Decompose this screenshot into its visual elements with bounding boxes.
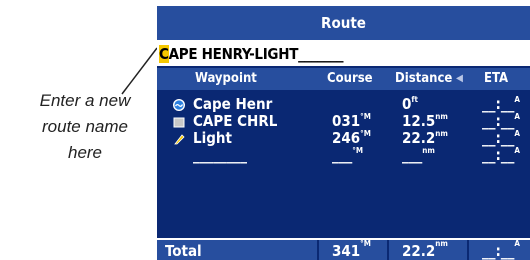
eta-cell: __:__A [482,146,520,164]
route-name-text: APE HENRY-LIGHT_______ [168,45,344,63]
course-cell: 031°M [332,112,371,130]
eta-row-0: __:__A [157,96,530,113]
eta-cell: __:__A [482,112,520,130]
total-course: 341°M [332,239,371,260]
page-title: Route [321,14,366,32]
text-cursor: C [159,45,169,63]
callout-line-2: route name [42,117,128,136]
route-name-field[interactable]: CAPE HENRY-LIGHT_______ [157,42,530,66]
column-divider [317,240,319,260]
callout-text: Enter a new route name here [20,88,150,166]
course-cell: 246°M [332,129,371,147]
total-row: Total 341°M 22.2nm __:__A [157,238,530,260]
table-row[interactable]: Light 246°M 22.2nm __:__A [157,130,530,147]
total-eta: __:__A [482,239,520,260]
total-label: Total [165,242,202,260]
header-course[interactable]: Course [327,68,373,90]
header-eta[interactable]: ETA [484,68,508,90]
distance-cell: 12.5nm [402,112,448,130]
header-waypoint[interactable]: Waypoint [195,68,257,90]
course-cell: ___°M [332,146,364,164]
column-divider [467,240,469,260]
marker-flag-icon [174,134,185,145]
square-waypoint-icon [173,117,185,128]
column-divider [387,240,389,260]
title-bar: Route [157,6,530,42]
waypoint-name: CAPE CHRL [193,112,278,130]
total-distance: 22.2nm [402,239,448,260]
column-header-row: Waypoint Course Distance ◀ ETA [157,68,530,90]
table-row[interactable]: CAPE CHRL 031°M 12.5nm __:__A [157,113,530,130]
distance-cell: ___nm [402,146,435,164]
waypoint-name: ________ [193,146,247,164]
route-screen: Route CAPE HENRY-LIGHT_______ Waypoint C… [157,6,530,260]
callout-line-3: here [67,143,103,162]
distance-cell: 22.2nm [402,129,448,147]
eta-cell: __:__A [482,129,520,147]
table-row-empty[interactable]: ________ ___°M ___nm __:__A [157,147,530,164]
scroll-left-arrow-icon[interactable]: ◀ [456,68,463,90]
eta-cell: __:__A [482,95,520,113]
header-distance[interactable]: Distance [395,68,452,90]
callout-line-1: Enter a new [39,91,131,110]
waypoint-name: Light [193,129,232,147]
